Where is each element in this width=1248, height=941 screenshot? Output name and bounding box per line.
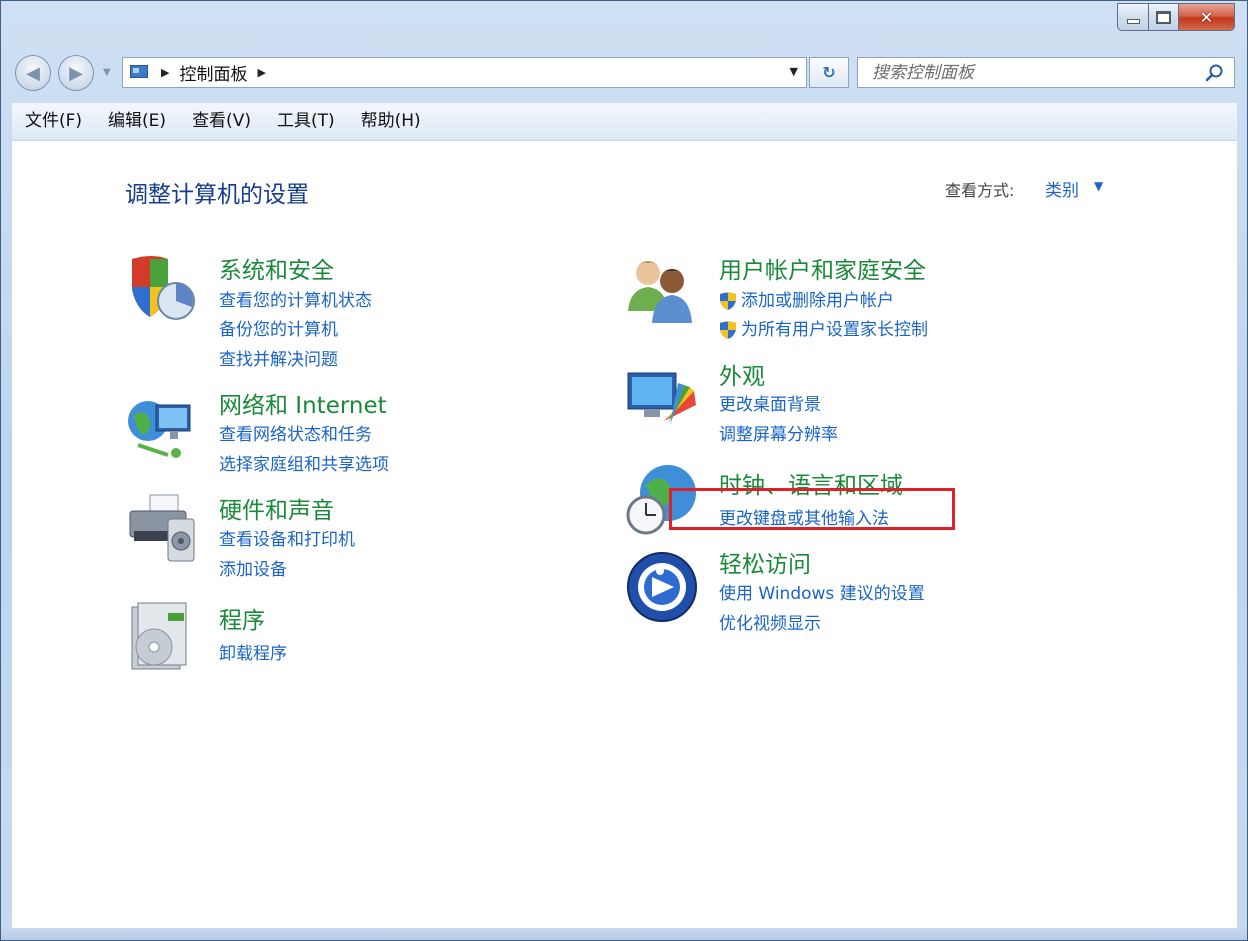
link-add-remove-accounts[interactable]: 添加或删除用户帐户 bbox=[719, 286, 894, 311]
ease-of-access-icon[interactable] bbox=[624, 549, 700, 625]
link-parental-controls[interactable]: 为所有用户设置家长控制 bbox=[719, 315, 928, 340]
highlight-annotation bbox=[669, 488, 955, 530]
control-panel-window: ✕ ◀ ▶ ▼ ▶ 控制面板 ▶ ▼ ↻ 文件(F) 编辑(E) 查看(V) 工… bbox=[0, 0, 1248, 941]
forward-arrow-icon: ▶ bbox=[69, 62, 83, 84]
maximize-icon bbox=[1156, 10, 1171, 24]
shield-icon[interactable] bbox=[124, 251, 200, 327]
link-label[interactable]: 添加或删除用户帐户 bbox=[741, 291, 894, 311]
minimize-icon bbox=[1126, 18, 1140, 24]
menu-tools[interactable]: 工具(T) bbox=[264, 103, 348, 140]
link-adjust-resolution[interactable]: 调整屏幕分辨率 bbox=[719, 420, 838, 445]
category-appearance[interactable]: 外观 bbox=[719, 357, 765, 391]
address-bar[interactable]: ▶ 控制面板 ▶ ▼ bbox=[122, 57, 807, 88]
link-change-desktop-background[interactable]: 更改桌面背景 bbox=[719, 390, 821, 415]
view-by-label: 查看方式: bbox=[945, 181, 1015, 200]
category-hardware-sound[interactable]: 硬件和声音 bbox=[219, 491, 334, 525]
link-optimize-video-display[interactable]: 优化视频显示 bbox=[719, 609, 821, 634]
breadcrumb-separator-icon[interactable]: ▶ bbox=[257, 66, 265, 79]
caption-buttons: ✕ bbox=[1117, 3, 1235, 31]
breadcrumb-separator-icon[interactable]: ▶ bbox=[161, 66, 169, 79]
link-add-device[interactable]: 添加设备 bbox=[219, 555, 287, 580]
breadcrumb-control-panel[interactable]: 控制面板 bbox=[179, 60, 247, 85]
appearance-icon[interactable] bbox=[624, 361, 700, 437]
users-icon[interactable] bbox=[624, 251, 700, 327]
chevron-down-icon[interactable]: ▼ bbox=[1094, 179, 1103, 193]
back-arrow-icon: ◀ bbox=[26, 62, 40, 84]
link-backup-computer[interactable]: 备份您的计算机 bbox=[219, 315, 338, 340]
content-area: 调整计算机的设置 查看方式: 类别 ▼ 系统和安全 查看您的计算机状态 备份您的… bbox=[12, 141, 1237, 928]
category-network-internet[interactable]: 网络和 Internet bbox=[219, 386, 387, 420]
link-troubleshoot[interactable]: 查找并解决问题 bbox=[219, 345, 338, 370]
uac-shield-icon bbox=[720, 292, 736, 310]
category-ease-of-access[interactable]: 轻松访问 bbox=[719, 545, 811, 579]
maximize-button[interactable] bbox=[1149, 3, 1179, 31]
menu-edit[interactable]: 编辑(E) bbox=[95, 103, 179, 140]
programs-icon[interactable] bbox=[124, 601, 200, 677]
recent-pages-dropdown-icon[interactable]: ▼ bbox=[103, 67, 111, 78]
category-programs[interactable]: 程序 bbox=[219, 601, 265, 635]
network-icon[interactable] bbox=[124, 391, 200, 467]
page-title: 调整计算机的设置 bbox=[125, 182, 309, 208]
close-button[interactable]: ✕ bbox=[1179, 3, 1235, 31]
link-devices-printers[interactable]: 查看设备和打印机 bbox=[219, 525, 355, 550]
minimize-button[interactable] bbox=[1117, 3, 1149, 31]
search-icon[interactable] bbox=[1204, 63, 1224, 83]
menu-bar: 文件(F) 编辑(E) 查看(V) 工具(T) 帮助(H) bbox=[12, 103, 1237, 141]
search-input[interactable] bbox=[870, 61, 1204, 84]
forward-button[interactable]: ▶ bbox=[58, 55, 94, 91]
uac-shield-icon bbox=[720, 321, 736, 339]
menu-help[interactable]: 帮助(H) bbox=[348, 103, 434, 140]
address-dropdown-icon[interactable]: ▼ bbox=[790, 65, 798, 78]
link-view-network-status[interactable]: 查看网络状态和任务 bbox=[219, 420, 372, 445]
link-view-computer-status[interactable]: 查看您的计算机状态 bbox=[219, 286, 372, 311]
printer-icon[interactable] bbox=[124, 491, 200, 567]
close-icon: ✕ bbox=[1199, 7, 1214, 27]
refresh-button[interactable]: ↻ bbox=[809, 57, 849, 88]
window-bottom-border bbox=[1, 928, 1247, 940]
link-homegroup-sharing[interactable]: 选择家庭组和共享选项 bbox=[219, 450, 389, 475]
control-panel-icon bbox=[129, 64, 151, 82]
menu-view[interactable]: 查看(V) bbox=[179, 103, 264, 140]
search-box[interactable] bbox=[857, 57, 1235, 88]
link-label[interactable]: 为所有用户设置家长控制 bbox=[741, 320, 928, 340]
refresh-icon: ↻ bbox=[822, 63, 836, 82]
back-button[interactable]: ◀ bbox=[15, 55, 51, 91]
menu-file[interactable]: 文件(F) bbox=[12, 103, 95, 140]
link-uninstall-program[interactable]: 卸载程序 bbox=[219, 639, 287, 664]
link-windows-recommended-settings[interactable]: 使用 Windows 建议的设置 bbox=[719, 579, 925, 604]
view-by-dropdown[interactable]: 类别 bbox=[1045, 176, 1079, 201]
category-system-security[interactable]: 系统和安全 bbox=[219, 251, 334, 285]
category-user-accounts[interactable]: 用户帐户和家庭安全 bbox=[719, 251, 926, 285]
